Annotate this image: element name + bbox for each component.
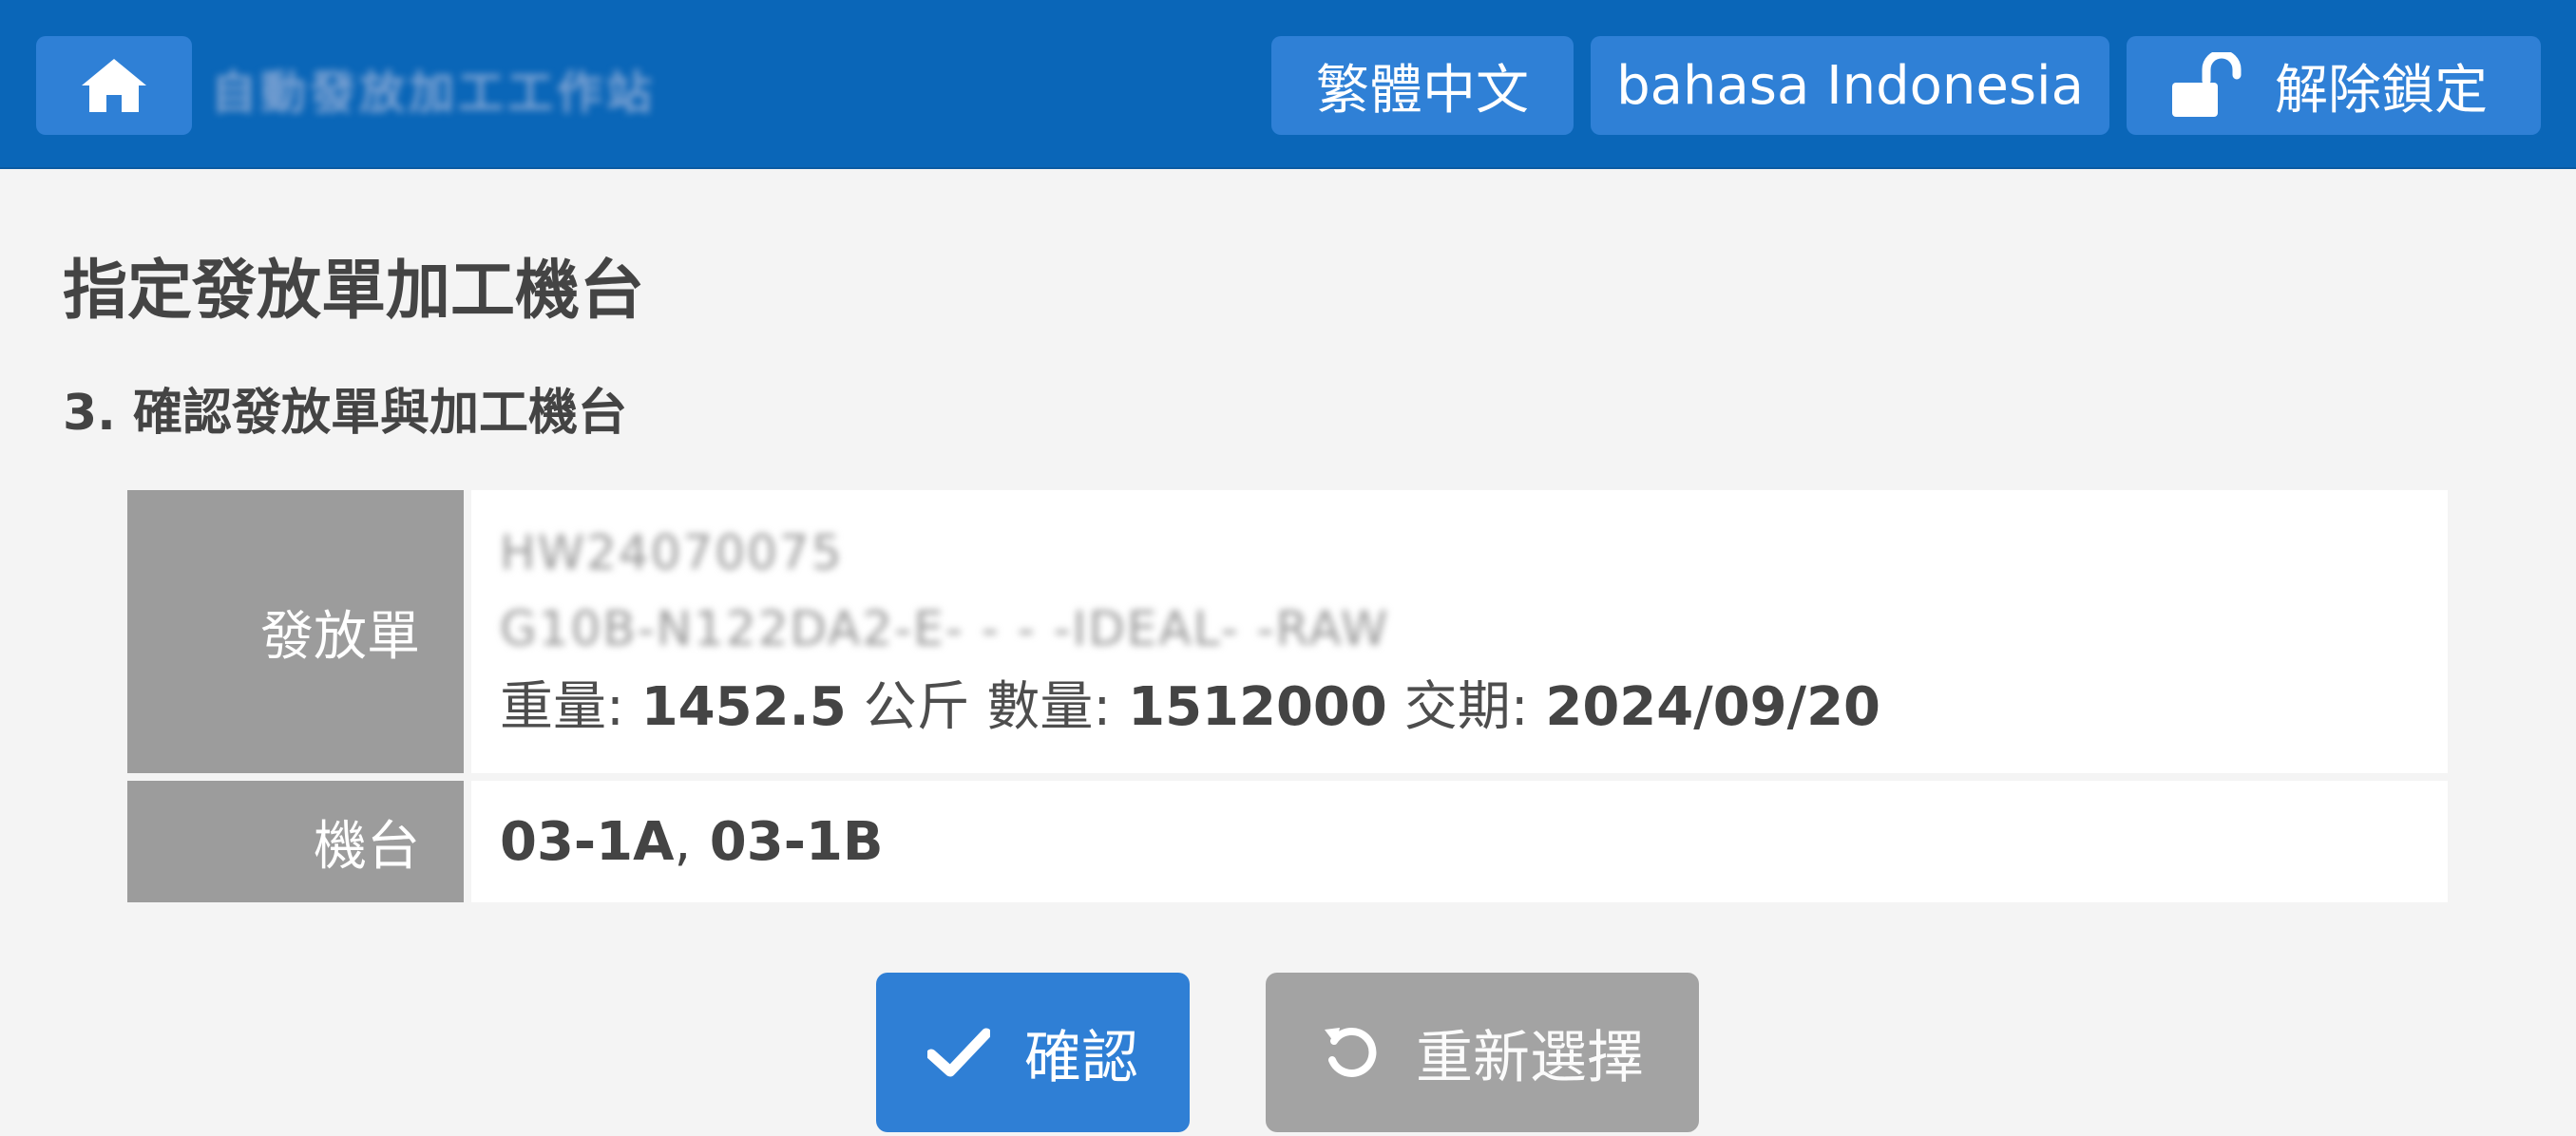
quantity-value: 1512000	[1128, 676, 1387, 738]
step-title: 3. 確認發放單與加工機台	[63, 385, 628, 442]
weight-value: 1452.5	[640, 676, 847, 738]
confirm-label: 確認	[1024, 1024, 1138, 1091]
language-id-button[interactable]: bahasa Indonesia	[1591, 36, 2109, 135]
order-details: HW24070075 G10B-N122DA2-E- - - -IDEAL- -…	[471, 490, 2448, 773]
confirmation-table: 發放單 HW24070075 G10B-N122DA2-E- - - -IDEA…	[127, 490, 2448, 902]
confirm-button[interactable]: 確認	[876, 973, 1190, 1132]
order-spec: G10B-N122DA2-E- - - -IDEAL- -RAW	[500, 601, 1390, 656]
due-date-label: 交期:	[1403, 676, 1529, 738]
machine-value-1: 03-1A	[500, 810, 675, 873]
machine-label: 機台	[127, 781, 464, 902]
machine-separator: ,	[674, 810, 692, 873]
order-label: 發放單	[127, 490, 464, 773]
machine-list: 03-1A, 03-1B	[500, 811, 2448, 873]
machine-value-2: 03-1B	[709, 810, 884, 873]
language-zh-tw-button[interactable]: 繁體中文	[1271, 36, 1574, 135]
home-button[interactable]	[36, 36, 192, 135]
language-id-label: bahasa Indonesia	[1616, 54, 2084, 117]
order-row: 發放單 HW24070075 G10B-N122DA2-E- - - -IDEA…	[127, 490, 2448, 773]
top-navbar: 自動發放加工工作站 繁體中文 bahasa Indonesia 解除鎖定	[0, 0, 2576, 169]
undo-icon	[1325, 1027, 1377, 1077]
machine-row: 機台 03-1A, 03-1B	[127, 781, 2448, 902]
home-icon	[82, 59, 146, 112]
page-title: 指定發放單加工機台	[63, 254, 645, 329]
quantity-label: 數量:	[986, 676, 1112, 738]
order-metrics: 重量: 1452.5 公斤 數量: 1512000 交期: 2024/09/20	[500, 667, 2448, 748]
machine-details: 03-1A, 03-1B	[471, 781, 2448, 902]
check-icon	[927, 1028, 990, 1077]
reselect-button[interactable]: 重新選擇	[1266, 973, 1699, 1132]
app-title: 自動發放加工工作站	[211, 66, 657, 120]
order-number: HW24070075	[500, 525, 844, 580]
due-date-value: 2024/09/20	[1545, 676, 1880, 738]
language-zh-tw-label: 繁體中文	[1316, 59, 1529, 122]
unlock-icon	[2172, 52, 2242, 117]
unlock-label: 解除鎖定	[2275, 59, 2488, 122]
weight-label: 重量:	[500, 676, 624, 738]
reselect-label: 重新選擇	[1416, 1024, 1644, 1091]
unlock-button[interactable]: 解除鎖定	[2127, 36, 2541, 135]
weight-unit: 公斤	[863, 676, 970, 738]
